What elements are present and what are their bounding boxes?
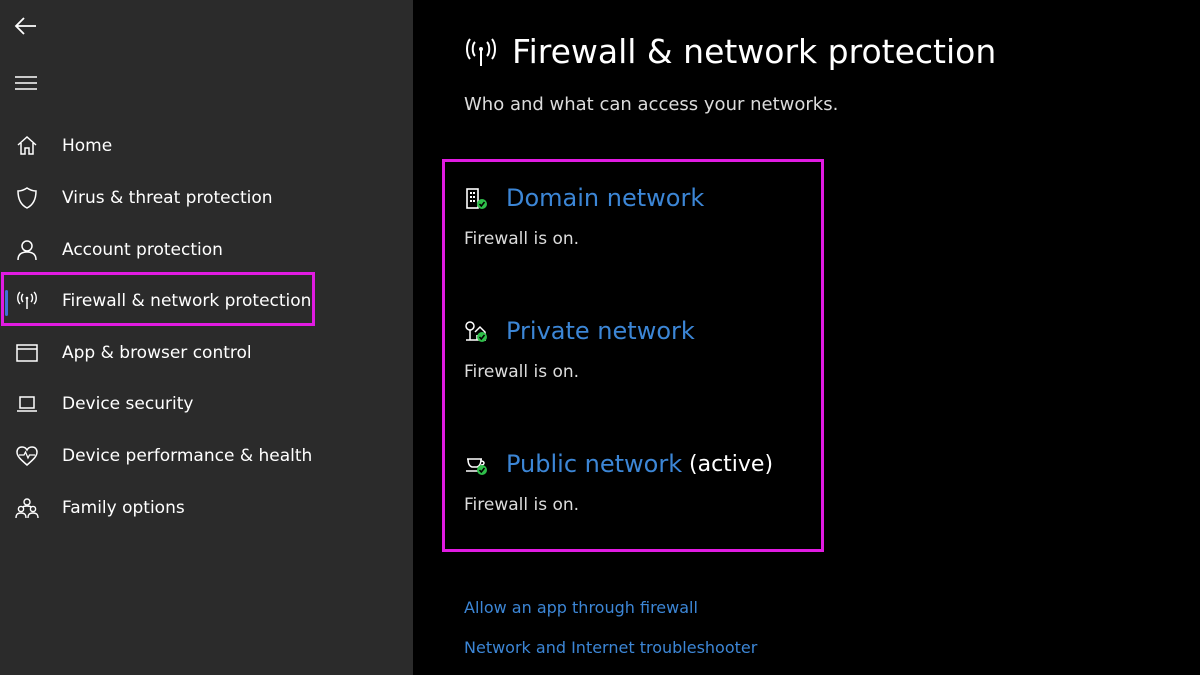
sidebar-item-home[interactable]: Home: [0, 123, 413, 169]
public-network-status: Firewall is on.: [464, 495, 580, 515]
sidebar-item-label: Family options: [62, 498, 185, 518]
domain-network-icon: [466, 188, 487, 209]
page-subtitle: Who and what can access your networks.: [464, 94, 839, 115]
family-icon: [15, 498, 39, 519]
private-network-link[interactable]: Private network: [506, 317, 695, 345]
heart-pulse-icon: [16, 446, 38, 466]
back-button[interactable]: [11, 11, 41, 41]
sidebar-item-label: Home: [62, 136, 113, 156]
antenna-icon: [466, 38, 496, 66]
highlight-annotation-box: [1, 272, 315, 326]
sidebar-item-label: Virus & threat protection: [62, 188, 273, 208]
home-icon: [17, 135, 37, 155]
sidebar-item-device-performance-health[interactable]: Device performance & health: [0, 433, 413, 479]
sidebar-item-label: Account protection: [62, 240, 223, 260]
sidebar-item-virus-threat-protection[interactable]: Virus & threat protection: [0, 175, 413, 221]
browser-window-icon: [16, 344, 38, 362]
domain-network-status: Firewall is on.: [464, 229, 580, 249]
highlight-annotation-box: [442, 159, 824, 552]
sidebar-item-label: Device security: [62, 394, 194, 414]
menu-button[interactable]: [11, 68, 41, 98]
sidebar-item-account-protection[interactable]: Account protection: [0, 227, 413, 273]
hamburger-icon: [15, 76, 37, 90]
active-network-label: (active): [689, 452, 774, 477]
private-network-icon: [465, 321, 487, 342]
private-network-status: Firewall is on.: [464, 362, 580, 382]
sidebar-item-label: App & browser control: [62, 343, 252, 363]
back-arrow-icon: [14, 17, 36, 35]
main-content: Firewall & network protection Who and wh…: [413, 0, 1200, 675]
sidebar-item-family-options[interactable]: Family options: [0, 485, 413, 531]
person-icon: [17, 240, 37, 261]
allow-app-through-firewall-link[interactable]: Allow an app through firewall: [464, 598, 698, 617]
public-network-link[interactable]: Public network: [506, 450, 682, 478]
sidebar-item-device-security[interactable]: Device security: [0, 381, 413, 427]
page-title: Firewall & network protection: [512, 32, 997, 71]
domain-network-link[interactable]: Domain network: [506, 184, 704, 212]
sidebar-item-app-browser-control[interactable]: App & browser control: [0, 330, 413, 376]
public-network-icon: [466, 458, 487, 475]
network-troubleshooter-link[interactable]: Network and Internet troubleshooter: [464, 638, 757, 657]
shield-icon: [17, 187, 37, 209]
sidebar: Home Virus & threat protection Account p…: [0, 0, 413, 675]
sidebar-item-label: Device performance & health: [62, 446, 313, 466]
laptop-icon: [17, 396, 37, 412]
